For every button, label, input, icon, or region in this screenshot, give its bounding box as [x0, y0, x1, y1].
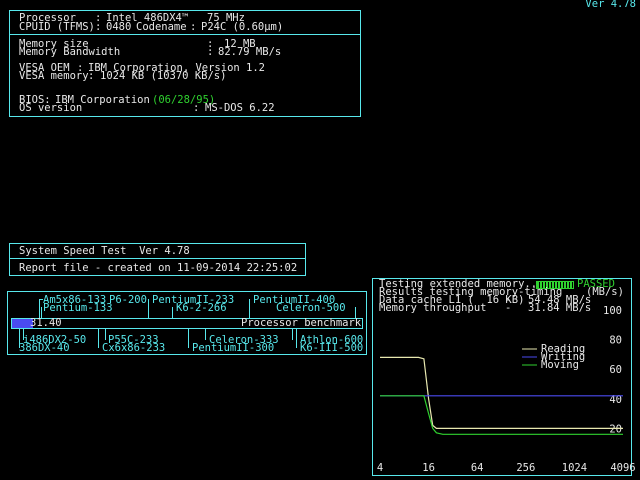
y-tick-label: 20: [609, 423, 622, 435]
y-tick-label: 60: [609, 364, 622, 376]
x-tick-label: 4096: [610, 462, 635, 474]
x-tick-label: 256: [516, 462, 535, 474]
x-tick-label: 64: [471, 462, 484, 474]
y-tick-label: 80: [609, 335, 622, 347]
memory-timing-chart: 100806040204 16 64 256 1024 4096ReadingWritin…: [377, 305, 636, 474]
x-tick-label: 16: [422, 462, 435, 474]
x-tick-label: 4: [377, 462, 383, 474]
y-tick-label: 100: [603, 305, 622, 317]
series-line-reading: [380, 356, 623, 429]
legend-label-moving: Moving: [541, 359, 579, 371]
x-tick-label: 1024: [562, 462, 587, 474]
